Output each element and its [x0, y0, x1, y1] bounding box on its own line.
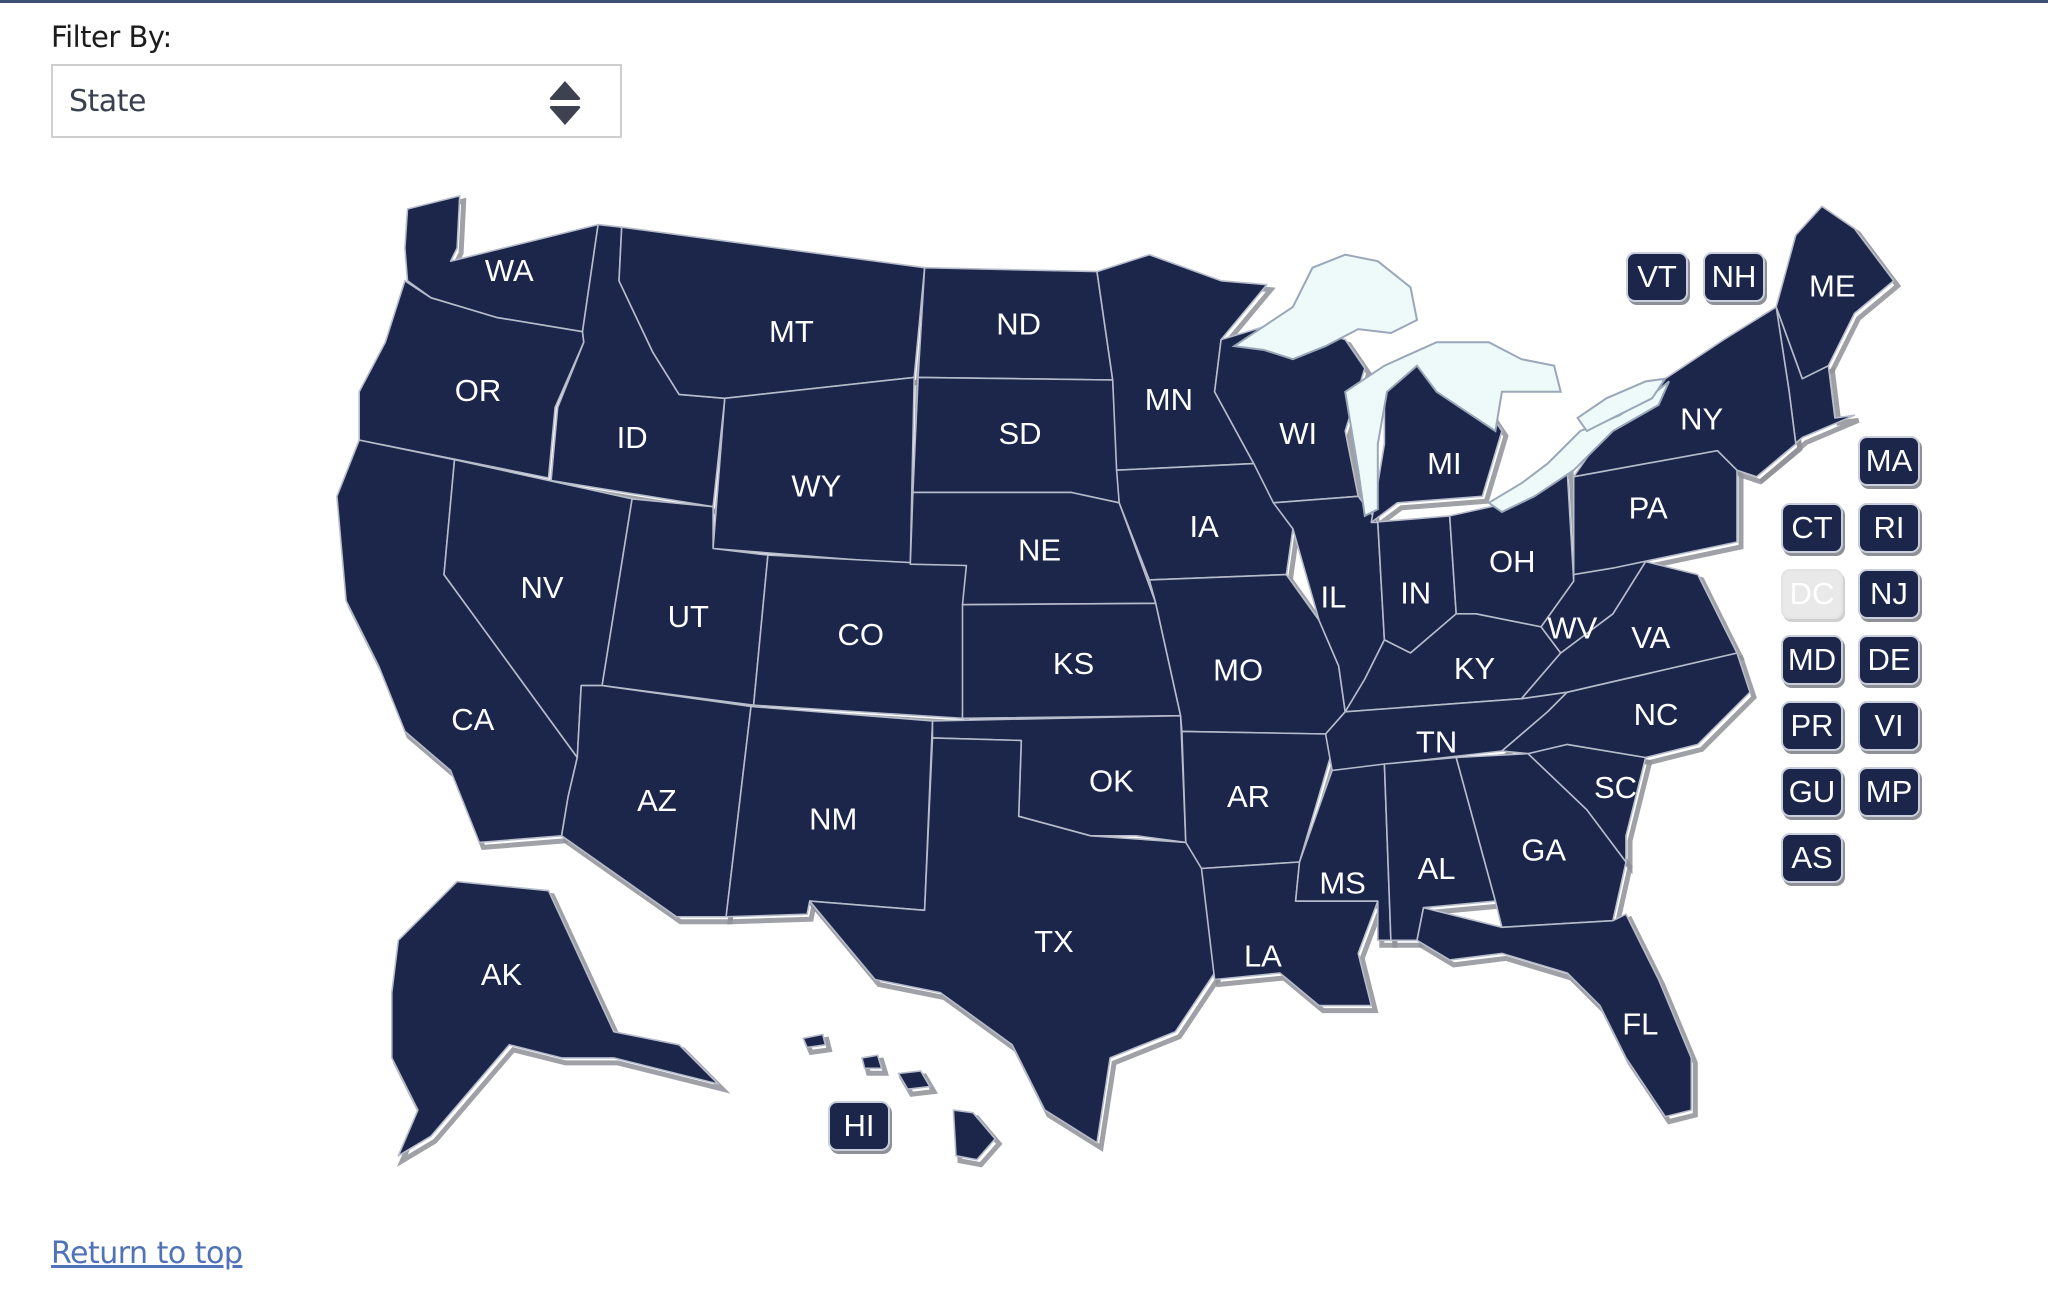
state-ny[interactable] [1572, 306, 1797, 478]
state-chip-nh[interactable]: NH [1703, 252, 1765, 302]
state-chip-pr[interactable]: PR [1781, 701, 1843, 751]
hawaii-island-2[interactable] [861, 1054, 883, 1070]
state-chip-md[interactable]: MD [1781, 635, 1843, 685]
state-mt[interactable] [618, 226, 926, 400]
state-co[interactable] [752, 554, 968, 720]
state-sd[interactable] [912, 376, 1120, 504]
state-chip-de[interactable]: DE [1858, 635, 1920, 685]
state-chip-hi[interactable]: HI [828, 1101, 890, 1151]
states-layer [336, 195, 1895, 1161]
state-me[interactable] [1775, 205, 1895, 380]
us-map: WAORCAIDNVMTWYUTAZCONMNDSDNEKSOKTXMNIAMO… [336, 195, 1902, 1168]
hawaii-island-1[interactable] [802, 1033, 827, 1049]
state-chip-vi[interactable]: VI [1858, 701, 1920, 751]
state-chip-vt[interactable]: VT [1626, 252, 1688, 302]
state-az[interactable] [560, 684, 752, 918]
state-ks[interactable] [961, 602, 1182, 720]
state-chip-gu[interactable]: GU [1781, 767, 1843, 817]
state-chip-mp[interactable]: MP [1858, 767, 1920, 817]
state-chip-as[interactable]: AS [1781, 833, 1843, 883]
state-wy[interactable] [712, 376, 916, 566]
state-chip-ct[interactable]: CT [1781, 503, 1843, 553]
state-nd[interactable] [917, 266, 1114, 381]
lake-1 [1231, 253, 1419, 361]
state-chip-ma[interactable]: MA [1858, 436, 1920, 486]
state-ak[interactable] [390, 880, 720, 1157]
state-nm[interactable] [725, 705, 934, 918]
state-fl[interactable] [1416, 906, 1693, 1118]
state-chip-nj[interactable]: NJ [1858, 569, 1920, 619]
state-chip-dc: DC [1781, 569, 1843, 619]
state-chip-ri[interactable]: RI [1858, 503, 1920, 553]
return-to-top-link[interactable]: Return to top [51, 1236, 243, 1271]
